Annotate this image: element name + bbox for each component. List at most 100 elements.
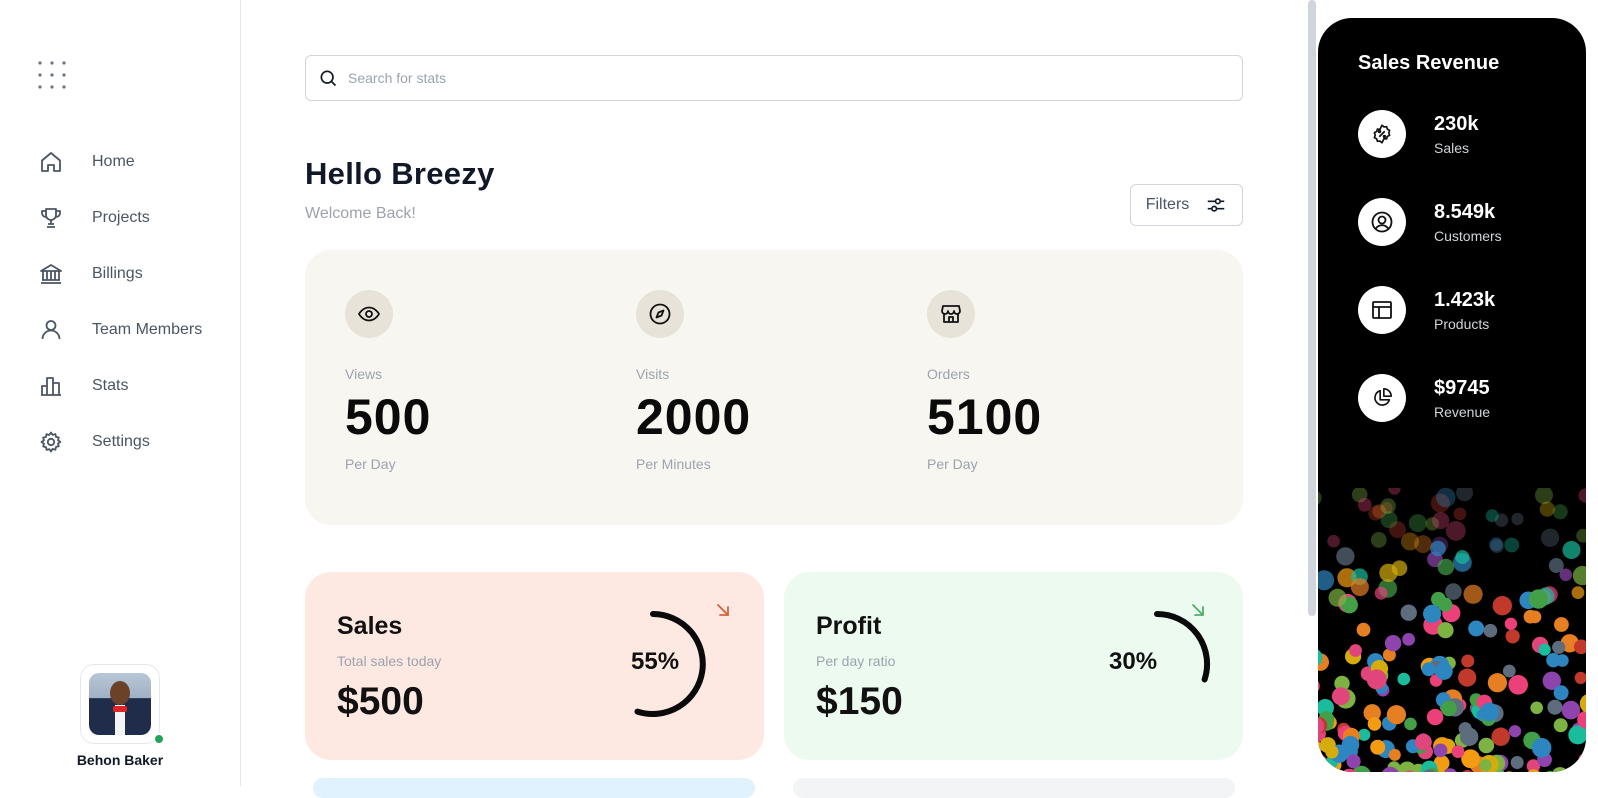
confetti-dot <box>1349 644 1362 657</box>
profit-card: Profit Per day ratio $150 30% <box>784 572 1243 760</box>
compass-icon <box>636 290 684 338</box>
avatar[interactable] <box>89 673 151 735</box>
confetti-dot <box>1540 502 1555 517</box>
card-amount: $150 <box>816 680 903 724</box>
search-bar[interactable] <box>305 55 1243 101</box>
confetti-dot <box>1318 570 1334 590</box>
avatar-frame <box>80 664 160 744</box>
confetti-dot <box>1468 621 1484 637</box>
stat-views: Views 500 Per Day <box>345 290 595 472</box>
arrow-down-right-icon <box>715 602 731 618</box>
profit-percent: 30% <box>1109 648 1157 676</box>
confetti-dot <box>1432 512 1449 529</box>
confetti-dot <box>1445 583 1462 600</box>
filters-button[interactable]: Filters <box>1130 184 1243 226</box>
confetti-dot <box>1358 498 1372 512</box>
kpi-value: 8.549k <box>1434 201 1502 224</box>
sales-percent: 55% <box>631 648 679 676</box>
main-content: Hello Breezy Welcome Back! Filters Views… <box>241 0 1281 786</box>
confetti-dot <box>1492 728 1510 746</box>
card-title: Sales <box>337 612 402 641</box>
confetti-dot <box>1505 618 1517 630</box>
user-icon <box>38 317 64 343</box>
confetti-dot <box>1578 753 1586 766</box>
confetti-dot <box>1547 700 1562 715</box>
kpi-value: $9745 <box>1434 377 1490 400</box>
confetti-dot <box>1327 535 1340 548</box>
stat-value: 5100 <box>927 388 1177 446</box>
confetti-dot <box>1387 705 1406 724</box>
bank-icon <box>38 261 64 287</box>
filters-label: Filters <box>1146 196 1190 214</box>
scrollbar[interactable] <box>1308 0 1316 616</box>
sidebar: Home Projects Billings Team Members Stat… <box>0 0 241 786</box>
confetti-dot <box>1357 623 1371 637</box>
stats-summary-card: Views 500 Per Day Visits 2000 Per Minute… <box>305 250 1243 525</box>
kpi-label: Customers <box>1434 228 1502 244</box>
sliders-icon <box>1205 194 1227 216</box>
confetti-dot <box>1504 538 1519 553</box>
confetti-dot <box>1511 756 1524 769</box>
confetti-dot <box>1575 672 1586 684</box>
confetti-dot <box>1368 717 1382 731</box>
confetti-dot <box>1539 644 1551 656</box>
confetti-dot <box>1573 566 1586 585</box>
layout-icon <box>1358 286 1406 334</box>
confetti-dot <box>1401 605 1417 621</box>
confetti-dot <box>1358 729 1370 741</box>
next-card-peek <box>313 778 755 798</box>
user-profile[interactable]: Behon Baker <box>0 664 240 768</box>
confetti-dot <box>1532 738 1552 758</box>
confetti-dot <box>1370 740 1385 755</box>
confetti-dot <box>1367 669 1387 689</box>
sidebar-item-label: Team Members <box>92 321 202 339</box>
kpi-sales: 230k Sales <box>1358 110 1479 158</box>
sidebar-item-settings[interactable]: Settings <box>0 414 240 470</box>
sidebar-item-label: Home <box>92 153 135 171</box>
next-card-peek <box>793 778 1235 798</box>
confetti-dot <box>1461 655 1474 668</box>
confetti-dot <box>1454 508 1467 521</box>
kpi-value: 1.423k <box>1434 289 1495 312</box>
confetti-dot <box>1332 687 1350 705</box>
confetti-dot <box>1488 673 1507 692</box>
confetti-dot <box>1422 662 1436 676</box>
discount-badge-icon <box>1358 110 1406 158</box>
apps-grid-icon[interactable] <box>38 61 66 89</box>
search-input[interactable] <box>348 70 1228 86</box>
sidebar-item-billings[interactable]: Billings <box>0 246 240 302</box>
confetti-dot <box>1479 738 1495 754</box>
stat-label: Visits <box>636 366 886 382</box>
kpi-revenue: $9745 Revenue <box>1358 374 1490 422</box>
sales-card: Sales Total sales today $500 55% <box>305 572 764 760</box>
confetti-dot <box>1480 703 1499 722</box>
confetti-dot <box>1503 665 1516 678</box>
arrow-down-right-icon <box>1190 602 1206 618</box>
sidebar-item-projects[interactable]: Projects <box>0 190 240 246</box>
pie-chart-icon <box>1358 374 1406 422</box>
confetti-dot <box>1437 622 1453 638</box>
stat-value: 500 <box>345 388 595 446</box>
confetti-dot <box>1371 532 1387 548</box>
sidebar-item-stats[interactable]: Stats <box>0 358 240 414</box>
confetti-dot <box>1511 513 1523 525</box>
kpi-customers: 8.549k Customers <box>1358 198 1502 246</box>
confetti-decoration <box>1318 488 1586 772</box>
sidebar-item-home[interactable]: Home <box>0 134 240 190</box>
sales-revenue-panel: Sales Revenue 230k Sales 8.549k Customer… <box>1318 18 1586 772</box>
confetti-dot <box>1351 578 1369 596</box>
confetti-dot <box>1479 759 1491 771</box>
confetti-dot <box>1529 611 1542 624</box>
confetti-dot <box>1430 541 1446 557</box>
card-title: Profit <box>816 612 881 641</box>
sidebar-item-team-members[interactable]: Team Members <box>0 302 240 358</box>
trophy-icon <box>38 205 64 231</box>
kpi-label: Products <box>1434 316 1495 332</box>
confetti-dot <box>1530 702 1543 715</box>
kpi-value: 230k <box>1434 113 1479 136</box>
confetti-dot <box>1579 488 1587 502</box>
confetti-dot <box>1554 718 1568 732</box>
confetti-dot <box>1336 547 1354 565</box>
confetti-dot <box>1379 564 1397 582</box>
confetti-dot <box>1446 521 1466 541</box>
